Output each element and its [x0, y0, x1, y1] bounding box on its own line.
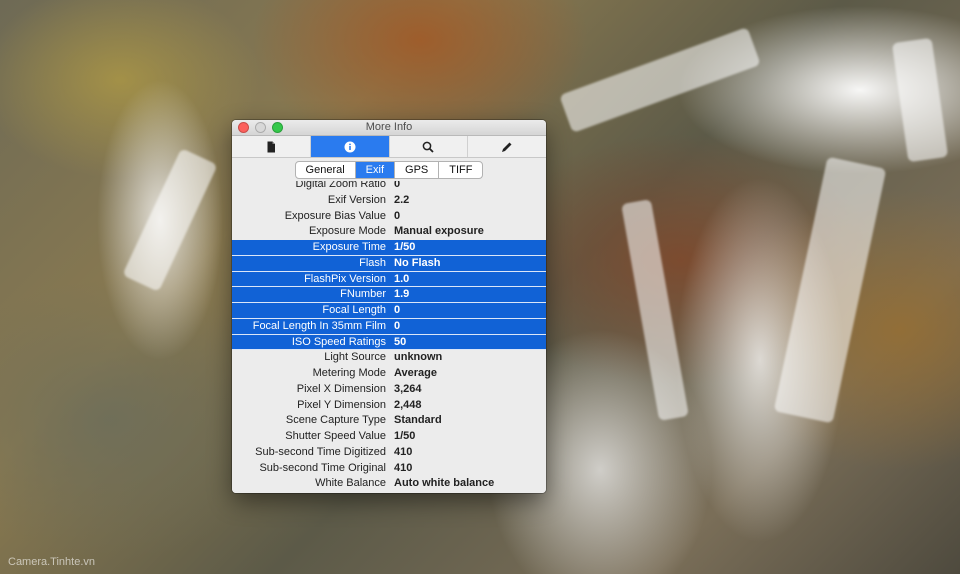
exif-value: 0	[394, 209, 401, 222]
exif-row[interactable]: Shutter Speed Value 1/50	[232, 429, 546, 445]
exif-value: 0	[394, 319, 401, 332]
exif-row[interactable]: Pixel X Dimension 3,264	[232, 382, 546, 398]
toolbar-edit-button[interactable]	[468, 136, 546, 157]
exif-row[interactable]: Pixel Y Dimension 2,448	[232, 398, 546, 414]
document-icon	[267, 141, 275, 152]
exif-value: No Flash	[394, 256, 441, 269]
exif-key: FlashPix Version	[304, 272, 386, 285]
exif-key: Exposure Time	[312, 241, 386, 253]
exif-row[interactable]: Sub-second Time Digitized 410	[232, 445, 546, 461]
metadata-tab-control: General Exif GPS TIFF	[294, 161, 484, 179]
tab-general[interactable]: General	[296, 162, 356, 178]
exif-row-selected[interactable]: FNumber 1.9	[232, 287, 546, 303]
background-photo-detail	[621, 199, 689, 421]
tab-gps[interactable]: GPS	[395, 162, 440, 178]
exif-key: Exposure Bias Value	[284, 209, 386, 222]
exif-key: Digital Zoom Ratio	[295, 181, 386, 190]
exif-key: FNumber	[340, 288, 386, 301]
exif-row-selected[interactable]: Exposure Time 1/50	[232, 240, 546, 256]
exif-row-selected[interactable]: FlashPix Version 1.0	[232, 271, 546, 288]
exif-row[interactable]: Digital Zoom Ratio 0	[232, 181, 546, 193]
exif-row[interactable]: Metering Mode Average	[232, 366, 546, 382]
info-icon	[344, 141, 356, 152]
exif-key: ISO Speed Ratings	[291, 335, 386, 348]
exif-key: Pixel X Dimension	[296, 382, 386, 395]
exif-key: Pixel Y Dimension	[297, 398, 386, 411]
toolbar-info-button[interactable]	[310, 136, 390, 157]
exif-value: Standard	[394, 414, 442, 427]
background-photo-detail	[559, 27, 761, 133]
exif-row-selected[interactable]: Focal Length 0	[232, 303, 546, 319]
exif-key: Shutter Speed Value	[285, 430, 386, 442]
exif-value: 1.9	[394, 288, 410, 301]
zoom-button[interactable]	[272, 122, 283, 133]
exif-value: Auto white balance	[394, 477, 495, 490]
exif-value: 1/50	[394, 430, 416, 442]
exif-key: Flash	[359, 256, 386, 269]
exif-key: Scene Capture Type	[285, 414, 386, 427]
exif-row[interactable]: Scene Capture Type Standard	[232, 413, 546, 429]
toolbar-search-button[interactable]	[390, 136, 469, 157]
exif-key: Focal Length In 35mm Film	[252, 319, 386, 332]
more-info-window: More Info General Exif GPS TIFF Digital …	[232, 120, 546, 493]
background-photo-detail	[773, 156, 887, 424]
exif-key: White Balance	[315, 477, 386, 490]
minimize-button[interactable]	[255, 122, 266, 133]
exif-value: 1/50	[394, 241, 416, 253]
background-photo-detail	[122, 148, 218, 292]
exif-value: Average	[394, 367, 438, 379]
exif-row-selected[interactable]: Flash No Flash	[232, 255, 546, 272]
inspector-toolbar	[232, 136, 546, 158]
exif-value: 410	[394, 445, 413, 458]
tab-exif[interactable]: Exif	[355, 162, 396, 178]
exif-key: Metering Mode	[312, 367, 386, 379]
title-bar[interactable]: More Info	[232, 120, 546, 136]
exif-value: 3,264	[394, 382, 422, 395]
exif-value: 2.2	[394, 193, 410, 206]
watermark: Camera.Tinhte.vn	[8, 556, 96, 568]
exif-key: Light Source	[324, 351, 386, 364]
tab-tiff[interactable]: TIFF	[439, 162, 482, 178]
exif-key: Sub-second Time Digitized	[255, 445, 386, 458]
exif-row-selected[interactable]: Focal Length In 35mm Film 0	[232, 318, 546, 335]
exif-row[interactable]: White Balance Auto white balance	[232, 476, 546, 492]
exif-row[interactable]: Exif Version 2.2	[232, 193, 546, 209]
background-photo-detail	[891, 37, 949, 163]
exif-row[interactable]: Exposure Mode Manual exposure	[232, 224, 546, 240]
pencil-icon	[502, 142, 512, 152]
exif-value: 410	[394, 461, 413, 474]
exif-value: 0	[394, 304, 401, 316]
exif-list[interactable]: Digital Zoom Ratio 0 Exif Version 2.2 Expo…	[232, 181, 546, 493]
exif-value: 0	[394, 181, 401, 190]
exif-value: 2,448	[394, 398, 422, 411]
exif-row[interactable]: Light Source unknown	[232, 350, 546, 366]
close-button[interactable]	[238, 122, 249, 133]
exif-key: Exposure Mode	[308, 225, 386, 238]
exif-key: Exif Version	[327, 193, 386, 206]
magnifier-icon	[423, 141, 435, 153]
exif-value: 1.0	[394, 272, 410, 285]
exif-row[interactable]: Sub-second Time Original 410	[232, 461, 546, 477]
exif-row-selected[interactable]: ISO Speed Ratings 50	[232, 334, 546, 351]
toolbar-document-button[interactable]	[232, 136, 311, 157]
exif-key: Focal Length	[322, 304, 386, 316]
exif-row[interactable]: Exposure Bias Value 0	[232, 209, 546, 225]
exif-key: Sub-second Time Original	[259, 461, 386, 474]
exif-value: unknown	[394, 351, 443, 364]
exif-value: Manual exposure	[394, 225, 484, 238]
exif-value: 50	[394, 335, 407, 348]
